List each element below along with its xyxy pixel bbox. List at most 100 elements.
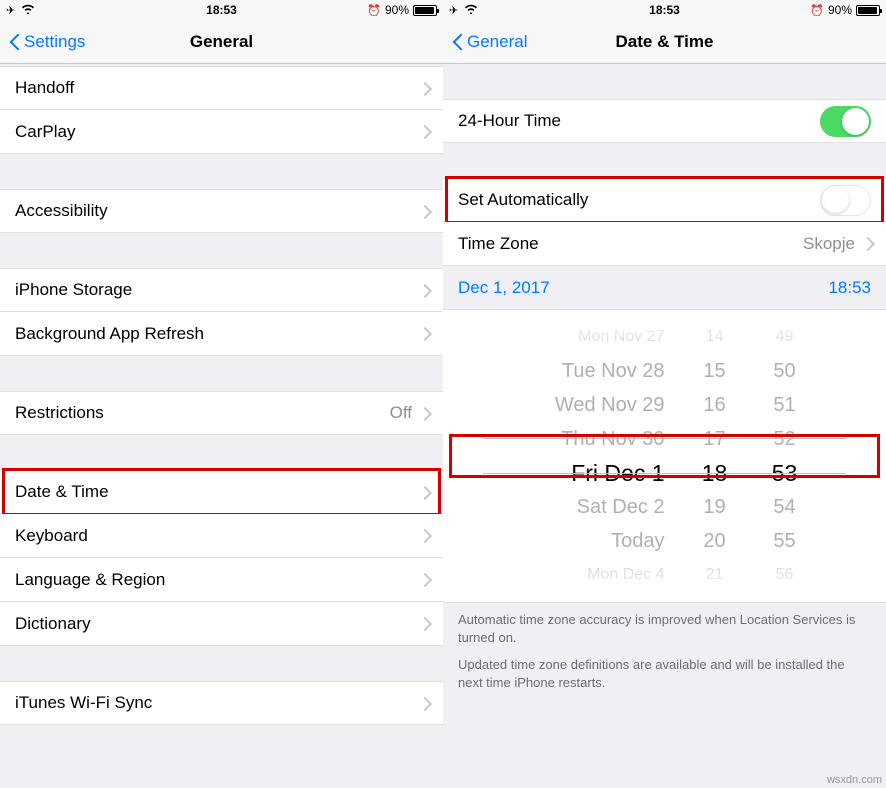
footer-p1: Automatic time zone accuracy is improved… bbox=[458, 611, 871, 646]
picker-min: 56 bbox=[765, 566, 805, 584]
chevron-right-icon bbox=[420, 407, 428, 420]
picker-date: Tue Nov 28 bbox=[525, 360, 665, 383]
cell-label: Dictionary bbox=[15, 614, 420, 634]
chevron-right-icon bbox=[863, 237, 871, 250]
chevron-right-icon bbox=[420, 573, 428, 586]
picker-date: Mon Dec 4 bbox=[525, 566, 665, 584]
picker-hour-selected: 18 bbox=[695, 460, 735, 487]
picker-hour: 16 bbox=[695, 394, 735, 417]
phone-left-general: ✈︎ 18:53 ⏰ 90% Settings General Handoff bbox=[0, 0, 443, 788]
chevron-right-icon bbox=[420, 125, 428, 138]
wifi-icon bbox=[464, 3, 478, 17]
picker-hour: 14 bbox=[695, 328, 735, 346]
cell-label: Set Automatically bbox=[458, 190, 820, 210]
cell-iphone-storage[interactable]: iPhone Storage bbox=[0, 268, 443, 312]
picker-hour: 15 bbox=[695, 360, 735, 383]
cell-label: Date & Time bbox=[15, 482, 420, 502]
cell-time-zone[interactable]: Time Zone Skopje bbox=[443, 222, 886, 266]
cell-label: Handoff bbox=[15, 78, 420, 98]
cell-date-time[interactable]: Date & Time bbox=[0, 470, 443, 514]
cell-label: iPhone Storage bbox=[15, 280, 420, 300]
chevron-left-icon bbox=[451, 32, 463, 52]
cell-restrictions[interactable]: Restrictions Off bbox=[0, 391, 443, 435]
cell-24hour[interactable]: 24-Hour Time bbox=[443, 99, 886, 143]
picker-min: 51 bbox=[765, 394, 805, 417]
picker-min: 49 bbox=[765, 328, 805, 346]
chevron-left-icon bbox=[8, 32, 20, 52]
cell-handoff[interactable]: Handoff bbox=[0, 66, 443, 110]
airplane-mode-icon: ✈︎ bbox=[449, 4, 458, 17]
chevron-right-icon bbox=[420, 486, 428, 499]
picker-date: Today bbox=[525, 530, 665, 553]
cell-label: iTunes Wi-Fi Sync bbox=[15, 693, 420, 713]
footer-p2: Updated time zone definitions are availa… bbox=[458, 656, 871, 691]
battery-icon bbox=[413, 5, 437, 16]
nav-bar: Settings General bbox=[0, 20, 443, 64]
picker-date: Sat Dec 2 bbox=[525, 496, 665, 519]
picker-date: Thu Nov 30 bbox=[525, 428, 665, 451]
cell-background-refresh[interactable]: Background App Refresh bbox=[0, 312, 443, 356]
datetime-picker[interactable]: Mon Nov 27 14 49 Tue Nov 28 15 50 Wed No… bbox=[443, 310, 886, 603]
page-title: Date & Time bbox=[616, 32, 714, 52]
chevron-right-icon bbox=[420, 82, 428, 95]
cell-keyboard[interactable]: Keyboard bbox=[0, 514, 443, 558]
chevron-right-icon bbox=[420, 617, 428, 630]
wifi-icon bbox=[21, 3, 35, 17]
picker-date: Wed Nov 29 bbox=[525, 394, 665, 417]
status-time: 18:53 bbox=[206, 3, 237, 17]
picker-date-selected: Fri Dec 1 bbox=[525, 460, 665, 487]
cell-label: Keyboard bbox=[15, 526, 420, 546]
back-label: Settings bbox=[24, 32, 85, 52]
toggle-set-auto[interactable] bbox=[820, 185, 871, 216]
cell-label: Background App Refresh bbox=[15, 324, 420, 344]
phone-right-datetime: ✈︎ 18:53 ⏰ 90% General Date & Time 24-Ho… bbox=[443, 0, 886, 788]
cell-itunes-wifi-sync[interactable]: iTunes Wi-Fi Sync bbox=[0, 681, 443, 725]
selected-date: Dec 1, 2017 bbox=[458, 278, 550, 298]
cell-carplay[interactable]: CarPlay bbox=[0, 110, 443, 154]
back-button[interactable]: Settings bbox=[8, 32, 85, 52]
battery-percent: 90% bbox=[828, 3, 852, 17]
picker-hour: 21 bbox=[695, 566, 735, 584]
chevron-right-icon bbox=[420, 697, 428, 710]
back-button[interactable]: General bbox=[451, 32, 527, 52]
cell-label: 24-Hour Time bbox=[458, 111, 820, 131]
cell-detail: Skopje bbox=[803, 234, 855, 254]
cell-label: Restrictions bbox=[15, 403, 390, 423]
status-bar: ✈︎ 18:53 ⏰ 90% bbox=[0, 0, 443, 20]
picker-min: 50 bbox=[765, 360, 805, 383]
back-label: General bbox=[467, 32, 527, 52]
status-bar: ✈︎ 18:53 ⏰ 90% bbox=[443, 0, 886, 20]
cell-detail: Off bbox=[390, 403, 412, 423]
cell-label: Accessibility bbox=[15, 201, 420, 221]
cell-set-automatically[interactable]: Set Automatically bbox=[443, 178, 886, 222]
date-time-row[interactable]: Dec 1, 2017 18:53 bbox=[443, 266, 886, 310]
status-time: 18:53 bbox=[649, 3, 680, 17]
selected-time: 18:53 bbox=[828, 278, 871, 298]
cell-accessibility[interactable]: Accessibility bbox=[0, 189, 443, 233]
chevron-right-icon bbox=[420, 529, 428, 542]
toggle-24hour[interactable] bbox=[820, 106, 871, 137]
watermark-credit: wsxdn.com bbox=[827, 774, 882, 786]
cell-label: CarPlay bbox=[15, 122, 420, 142]
picker-hour: 20 bbox=[695, 530, 735, 553]
picker-min: 54 bbox=[765, 496, 805, 519]
cell-language-region[interactable]: Language & Region bbox=[0, 558, 443, 602]
page-title: General bbox=[190, 32, 253, 52]
cell-dictionary[interactable]: Dictionary bbox=[0, 602, 443, 646]
footer-note: Automatic time zone accuracy is improved… bbox=[443, 603, 886, 709]
chevron-right-icon bbox=[420, 205, 428, 218]
alarm-icon: ⏰ bbox=[367, 4, 381, 17]
picker-hour: 17 bbox=[695, 428, 735, 451]
alarm-icon: ⏰ bbox=[810, 4, 824, 17]
nav-bar: General Date & Time bbox=[443, 20, 886, 64]
picker-min: 52 bbox=[765, 428, 805, 451]
cell-label: Time Zone bbox=[458, 234, 803, 254]
picker-min-selected: 53 bbox=[765, 460, 805, 487]
picker-min: 55 bbox=[765, 530, 805, 553]
airplane-mode-icon: ✈︎ bbox=[6, 4, 15, 17]
battery-percent: 90% bbox=[385, 3, 409, 17]
chevron-right-icon bbox=[420, 327, 428, 340]
chevron-right-icon bbox=[420, 284, 428, 297]
cell-label: Language & Region bbox=[15, 570, 420, 590]
picker-hour: 19 bbox=[695, 496, 735, 519]
